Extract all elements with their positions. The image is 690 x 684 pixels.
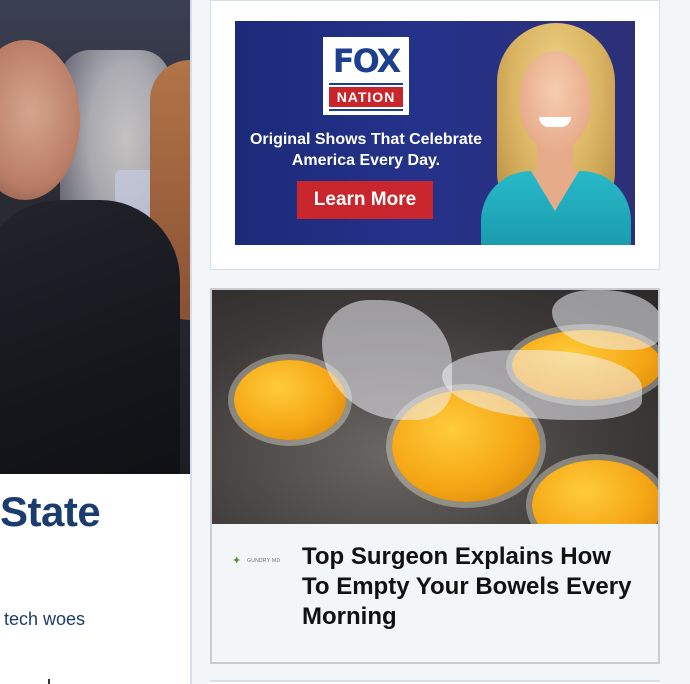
sponsored-story-image[interactable] (212, 290, 658, 524)
sponsored-story-body: ✦ GUNDRY MD Top Surgeon Explains How To … (212, 524, 658, 662)
page: State tech woes FOX NATION Original Show… (0, 0, 690, 684)
photo-person-suit (0, 200, 180, 474)
sponsored-story-card[interactable]: ✦ GUNDRY MD Top Surgeon Explains How To … (210, 288, 660, 664)
fox-nation-logo: FOX NATION (323, 37, 409, 115)
sponsored-story-title[interactable]: Top Surgeon Explains How To Empty Your B… (302, 542, 642, 632)
next-card-edge (210, 680, 660, 684)
text-fragment (48, 679, 50, 684)
sponsor-name: GUNDRY MD (247, 558, 281, 564)
logo-stripe (329, 109, 403, 111)
fox-nation-ad-banner[interactable]: FOX NATION Original Shows That Celebrate… (235, 21, 635, 245)
ad-host-photo (471, 21, 635, 245)
advertisement-card: FOX NATION Original Shows That Celebrate… (210, 0, 660, 270)
logo-stripe (329, 83, 403, 85)
host-face (519, 51, 591, 151)
hero-photo[interactable] (0, 0, 190, 474)
leaf-icon: ✦ (232, 555, 242, 567)
learn-more-button[interactable]: Learn More (297, 181, 433, 219)
egg-yolk (532, 460, 658, 524)
logo-fox-text: FOX (332, 42, 402, 80)
main-article-column: State tech woes (0, 0, 190, 684)
logo-nation-text: NATION (336, 89, 396, 105)
right-sidebar: FOX NATION Original Shows That Celebrate… (192, 0, 690, 684)
sponsor-logo: ✦ GUNDRY MD (232, 554, 288, 568)
host-smile (539, 117, 571, 127)
main-article-headline[interactable]: State (0, 488, 101, 536)
host-neckline (531, 171, 579, 211)
main-article-subtext[interactable]: tech woes (4, 609, 85, 630)
ad-tagline: Original Shows That Celebrate America Ev… (249, 131, 483, 169)
